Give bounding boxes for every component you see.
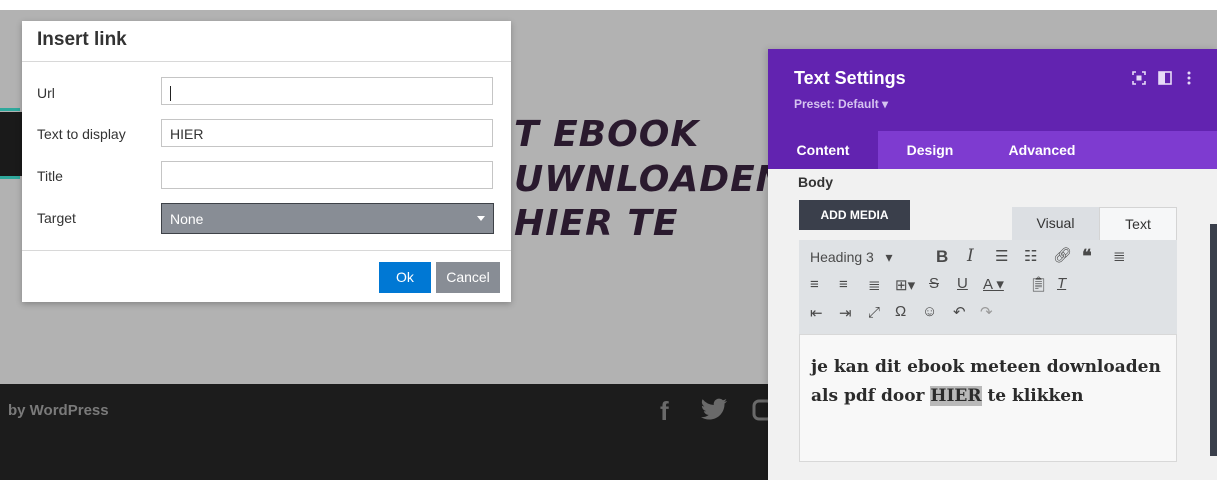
split-view-icon[interactable] bbox=[1158, 71, 1172, 88]
numbered-list-icon[interactable]: ☷ bbox=[1024, 247, 1037, 265]
align-left-icon[interactable]: ≣ bbox=[1113, 247, 1126, 265]
format-select[interactable]: Heading 3 ▾ bbox=[810, 249, 893, 266]
text-settings-panel: Text Settings Preset: Default ▾ Content … bbox=[768, 49, 1217, 480]
footer-credit[interactable]: by WordPress bbox=[8, 402, 109, 419]
url-label: Url bbox=[37, 85, 55, 101]
tab-advanced[interactable]: Advanced bbox=[982, 131, 1102, 169]
teal-accent bbox=[0, 176, 20, 179]
outdent-icon[interactable]: ⇤ bbox=[810, 304, 823, 322]
text-editor[interactable]: je kan dit ebook meteen downloaden als p… bbox=[799, 334, 1177, 462]
dialog-divider bbox=[22, 61, 511, 62]
target-select[interactable]: None bbox=[161, 203, 494, 234]
special-character-icon[interactable]: Ω bbox=[895, 303, 906, 320]
facebook-icon[interactable]: f bbox=[660, 396, 669, 427]
more-options-icon[interactable] bbox=[1186, 71, 1192, 88]
body-section-label: Body bbox=[798, 174, 833, 190]
underline-icon[interactable]: U bbox=[957, 275, 968, 292]
panel-scrollbar[interactable] bbox=[1210, 224, 1217, 456]
title-input[interactable] bbox=[161, 161, 493, 189]
tab-text[interactable]: Text bbox=[1099, 207, 1177, 240]
page-top-strip bbox=[0, 0, 1217, 10]
strikethrough-icon[interactable]: S bbox=[929, 275, 939, 292]
undo-icon[interactable]: ↶ bbox=[953, 303, 966, 321]
ok-button[interactable]: Ok bbox=[379, 262, 431, 293]
dialog-divider bbox=[22, 250, 511, 251]
cancel-button[interactable]: Cancel bbox=[436, 262, 500, 293]
left-badge bbox=[0, 112, 24, 176]
selected-text: HIER bbox=[930, 386, 982, 406]
target-select-value: None bbox=[170, 211, 204, 227]
text-to-display-label: Text to display bbox=[37, 126, 126, 142]
fullscreen-icon[interactable]: ⤢ bbox=[868, 304, 880, 321]
panel-header: Text Settings Preset: Default ▾ bbox=[768, 49, 1217, 131]
table-icon[interactable]: ⊞▾ bbox=[895, 276, 915, 294]
text-to-display-input[interactable]: HIER bbox=[161, 119, 493, 147]
clear-formatting-icon[interactable]: T bbox=[1057, 275, 1066, 292]
emoji-icon[interactable]: ☺ bbox=[922, 303, 937, 320]
italic-icon[interactable]: I bbox=[967, 246, 974, 266]
url-input[interactable] bbox=[161, 77, 493, 105]
tab-visual[interactable]: Visual bbox=[1012, 207, 1099, 240]
blockquote-icon[interactable]: ❝ bbox=[1082, 246, 1092, 267]
align-center-icon[interactable]: ≡ bbox=[810, 276, 819, 293]
text-caret bbox=[170, 85, 171, 101]
twitter-icon[interactable] bbox=[700, 398, 728, 429]
add-media-button[interactable]: ADD MEDIA bbox=[799, 200, 910, 230]
tab-content[interactable]: Content bbox=[768, 131, 878, 169]
screenshot-icon[interactable] bbox=[1132, 71, 1146, 88]
bullet-list-icon[interactable]: ☰ bbox=[995, 247, 1008, 265]
chevron-down-icon bbox=[477, 216, 485, 221]
indent-icon[interactable]: ⇥ bbox=[839, 304, 852, 322]
link-icon[interactable]: 🔗︎ bbox=[1053, 246, 1072, 264]
dialog-title: Insert link bbox=[37, 29, 127, 50]
teal-accent bbox=[0, 108, 20, 111]
target-label: Target bbox=[37, 210, 76, 226]
paste-text-icon[interactable]: 📋︎ bbox=[1029, 275, 1048, 293]
editor-toolbar: Heading 3 ▾ B I ☰ ☷ 🔗︎ ❝ ≣ ≡ ≡ ≣ ⊞▾ S U … bbox=[799, 240, 1177, 334]
title-label: Title bbox=[37, 168, 63, 184]
align-right-icon[interactable]: ≡ bbox=[839, 276, 848, 293]
preset-dropdown[interactable]: Preset: Default ▾ bbox=[794, 97, 888, 111]
bold-icon[interactable]: B bbox=[936, 247, 948, 267]
page-heading-line-1: T EBOOK bbox=[514, 114, 700, 155]
tab-design[interactable]: Design bbox=[878, 131, 982, 169]
page-heading-line-3: HIER TE bbox=[514, 203, 679, 244]
panel-title: Text Settings bbox=[794, 68, 906, 88]
text-color-icon[interactable]: A ▾ bbox=[983, 275, 1004, 293]
panel-tabs: Content Design Advanced bbox=[768, 131, 1217, 169]
editor-content: je kan dit ebook meteen downloaden als p… bbox=[811, 357, 1161, 406]
redo-icon[interactable]: ↷ bbox=[980, 303, 993, 321]
insert-link-dialog: Insert link Url Text to display HIER Tit… bbox=[22, 21, 511, 302]
align-justify-icon[interactable]: ≣ bbox=[868, 276, 881, 294]
